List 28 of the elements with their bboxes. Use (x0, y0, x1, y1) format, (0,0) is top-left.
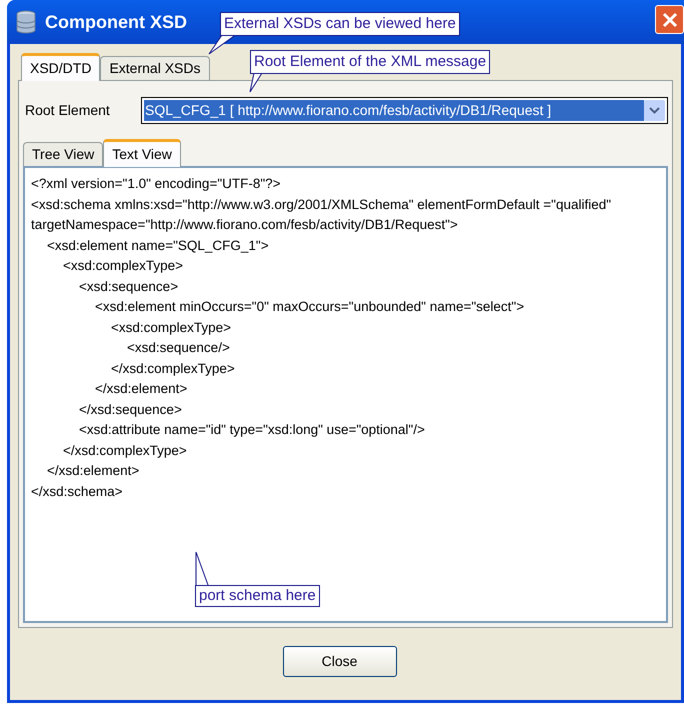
code-line: <xsd:complexType> (63, 257, 184, 275)
window-title: Component XSD (45, 10, 187, 34)
code-line: <xsd:element minOccurs="0" maxOccurs="unbounded" name="select"> (95, 298, 526, 316)
code-line: </xsd:element> (95, 380, 188, 398)
code-line: <xsd:complexType> (111, 318, 232, 337)
code-line: <xsd:sequence/> (127, 339, 231, 357)
code-line: <?xml version="1.0" encoding="UTF-8"?> (31, 175, 282, 193)
code-line: </xsd:schema> (31, 482, 124, 500)
tab[interactable]: External XSDs (100, 56, 210, 80)
chevron-down-icon[interactable] (644, 100, 665, 121)
code-line: </xsd:sequence> (79, 400, 183, 419)
tab[interactable]: Tree View (23, 142, 104, 166)
close-icon[interactable] (655, 5, 684, 34)
code-line: <xsd:element name="SQL_CFG_1"> (47, 236, 270, 255)
code-line: </xsd:complexType> (111, 360, 236, 378)
code-line: <xsd:sequence> (79, 278, 180, 296)
code-line: </xsd:element> (47, 462, 140, 480)
close-button[interactable]: Close (282, 646, 396, 677)
root-element-dropdown[interactable]: SQL_CFG_1 [ http://www.fiorano.com/fesb/activity/DB1/Request ] (141, 97, 668, 124)
leader-line (195, 551, 211, 587)
tab[interactable]: Text View (103, 139, 181, 167)
code-line: </xsd:complexType> (63, 442, 188, 460)
tab[interactable]: XSD/DTD (21, 53, 100, 81)
database-icon (15, 10, 37, 34)
root-element-label: Root Element (24, 101, 111, 120)
code-line: <xsd:attribute name="id" type="xsd:long" use="optional"/> (79, 421, 426, 439)
callout: port schema here (195, 585, 320, 607)
code-line: <xsd:schema xmlns:xsd="http://www.w3.org/2001/XMLSchema" elementFormDefault ="qualified" targetNamespace="http://www.fiorano.com/fesb/activity/DB1/Request"> (31, 196, 612, 234)
